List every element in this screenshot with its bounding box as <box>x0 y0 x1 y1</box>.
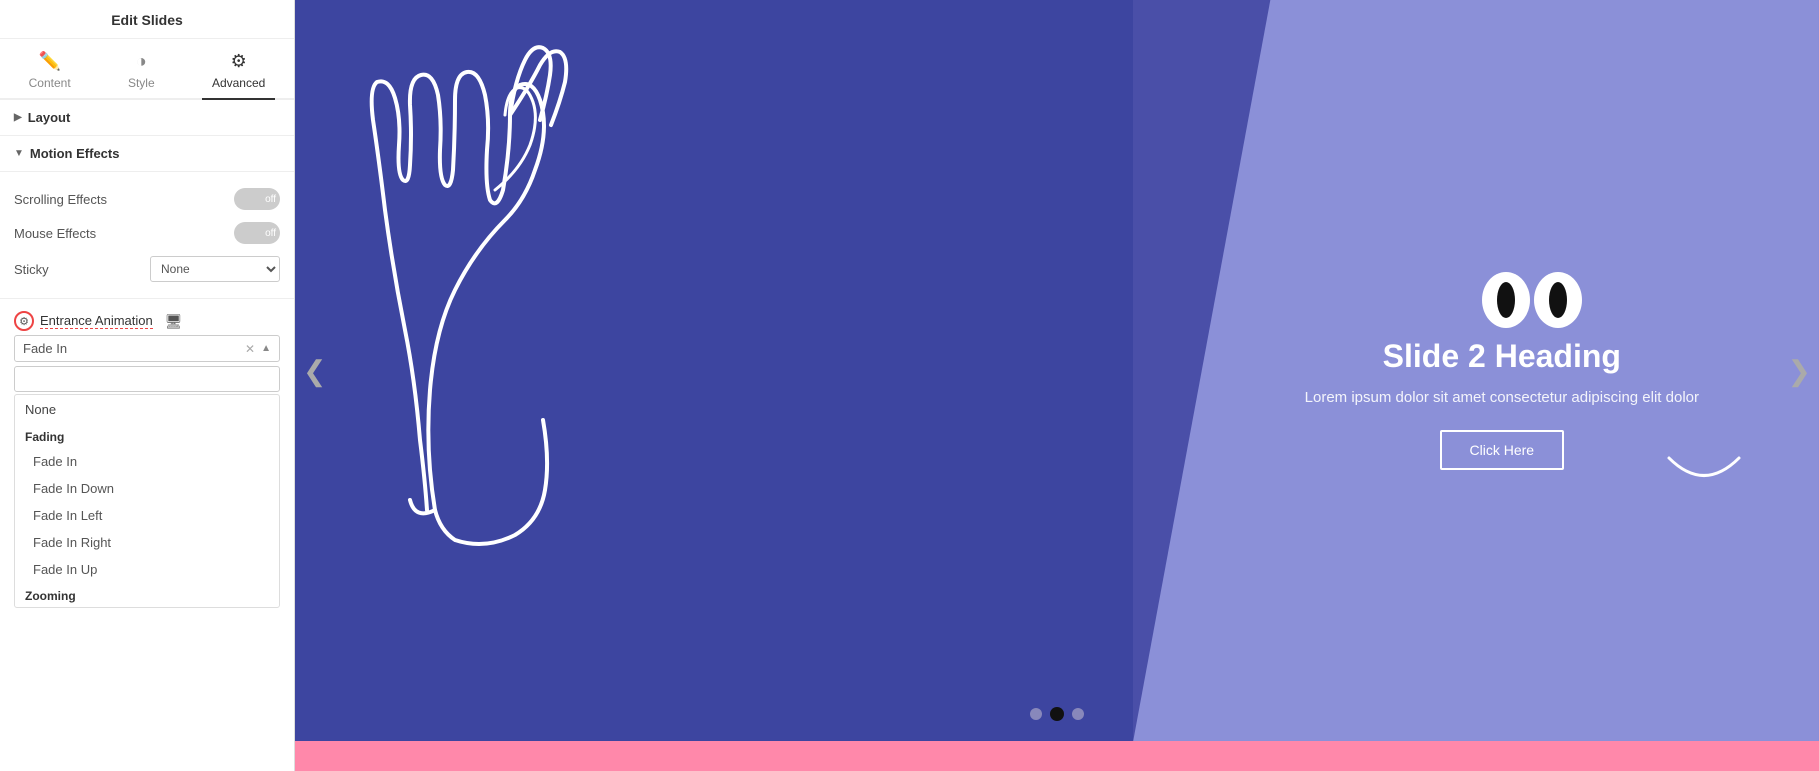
dot-1[interactable] <box>1030 708 1042 720</box>
eye-white-left <box>1482 272 1530 328</box>
slider-area: Slide 2 Heading Lorem ipsum dolor sit am… <box>295 0 1819 741</box>
dropdown-group-fading: Fading <box>15 424 279 448</box>
dropdown-arrow-up: ▲ <box>261 343 271 354</box>
next-arrow[interactable]: ❯ <box>1788 354 1811 387</box>
layout-label: Layout <box>28 110 71 125</box>
dropdown-item-fade-in[interactable]: Fade In <box>15 448 279 475</box>
entrance-animation-circle: ⚙ <box>14 311 34 331</box>
tabs-row: ✏️ Content ◑ Style ⚙ Advanced <box>0 39 294 100</box>
dropdown-item-none[interactable]: None <box>15 395 279 424</box>
tab-content[interactable]: ✏️ Content <box>19 47 81 98</box>
slide-cta-button[interactable]: Click Here <box>1440 430 1565 470</box>
motion-arrow: ▼ <box>14 148 24 159</box>
dropdown-group-zooming: Zooming <box>15 583 279 607</box>
dropdown-item-fade-in-up[interactable]: Fade In Up <box>15 556 279 583</box>
dropdown-item-fade-in-right[interactable]: Fade In Right <box>15 529 279 556</box>
layout-arrow: ▶ <box>14 112 22 123</box>
tab-style-label: Style <box>128 76 155 90</box>
sticky-row: Sticky None <box>14 250 280 288</box>
dropdown-item-fade-in-down[interactable]: Fade In Down <box>15 475 279 502</box>
style-icon: ◑ <box>136 51 147 72</box>
mouse-off-label: off <box>265 228 276 239</box>
tab-advanced-label: Advanced <box>212 76 265 90</box>
entrance-animation-label: Entrance Animation <box>40 313 153 329</box>
mouse-effects-toggle[interactable]: off <box>234 222 280 244</box>
dot-3[interactable] <box>1072 708 1084 720</box>
motion-effects-body: Scrolling Effects off Mouse Effects off … <box>0 172 294 299</box>
pupil-left <box>1497 282 1515 318</box>
entrance-section: ⚙ Entrance Animation 🖥 Fade In ✕ ▲ None … <box>0 299 294 608</box>
slide-left-panel <box>295 0 1133 741</box>
dot-2[interactable] <box>1050 707 1064 721</box>
layout-section-header[interactable]: ▶ Layout <box>0 100 294 136</box>
face-eyes <box>1305 272 1759 328</box>
main-content: Slide 2 Heading Lorem ipsum dolor sit am… <box>295 0 1819 771</box>
scrolling-effects-label: Scrolling Effects <box>14 192 107 207</box>
tab-style[interactable]: ◑ Style <box>118 47 165 98</box>
clear-button[interactable]: ✕ <box>245 342 255 356</box>
entrance-row: ⚙ Entrance Animation 🖥 <box>14 305 280 335</box>
mouse-effects-label: Mouse Effects <box>14 226 96 241</box>
bottom-strip <box>295 741 1819 771</box>
slide-heading: Slide 2 Heading <box>1305 338 1699 375</box>
sticky-label: Sticky <box>14 262 49 277</box>
prev-arrow[interactable]: ❮ <box>303 354 326 387</box>
pupil-right <box>1549 282 1567 318</box>
selected-value: Fade In <box>23 341 67 356</box>
scrolling-effects-toggle[interactable]: off <box>234 188 280 210</box>
motion-effects-header[interactable]: ▼ Motion Effects <box>0 136 294 172</box>
scrolling-off-label: off <box>265 194 276 205</box>
monitor-icon: 🖥 <box>165 313 183 330</box>
panel-title: Edit Slides <box>0 0 294 39</box>
left-panel: Edit Slides ✏️ Content ◑ Style ⚙ Advance… <box>0 0 295 771</box>
slide-text-area: Slide 2 Heading Lorem ipsum dolor sit am… <box>1305 272 1699 470</box>
sticky-select[interactable]: None <box>150 256 280 282</box>
hand-drawing <box>355 30 635 550</box>
dropdown-item-fade-in-left[interactable]: Fade In Left <box>15 502 279 529</box>
animation-search-input[interactable] <box>14 366 280 392</box>
gear-icon: ⚙ <box>231 51 247 71</box>
tab-advanced[interactable]: ⚙ Advanced <box>202 47 275 100</box>
animation-dropdown-list[interactable]: None Fading Fade In Fade In Down Fade In… <box>14 394 280 608</box>
mouse-effects-row: Mouse Effects off <box>14 216 280 250</box>
dropdown-selected[interactable]: Fade In ✕ ▲ <box>14 335 280 362</box>
content-icon: ✏️ <box>38 51 60 72</box>
slide-dots <box>1030 707 1084 721</box>
tab-content-label: Content <box>29 76 71 90</box>
motion-effects-label: Motion Effects <box>30 146 120 161</box>
smile-svg <box>1659 448 1749 498</box>
eye-white-right <box>1534 272 1582 328</box>
slide-subtext: Lorem ipsum dolor sit amet consectetur a… <box>1305 389 1699 406</box>
scrolling-effects-row: Scrolling Effects off <box>14 182 280 216</box>
